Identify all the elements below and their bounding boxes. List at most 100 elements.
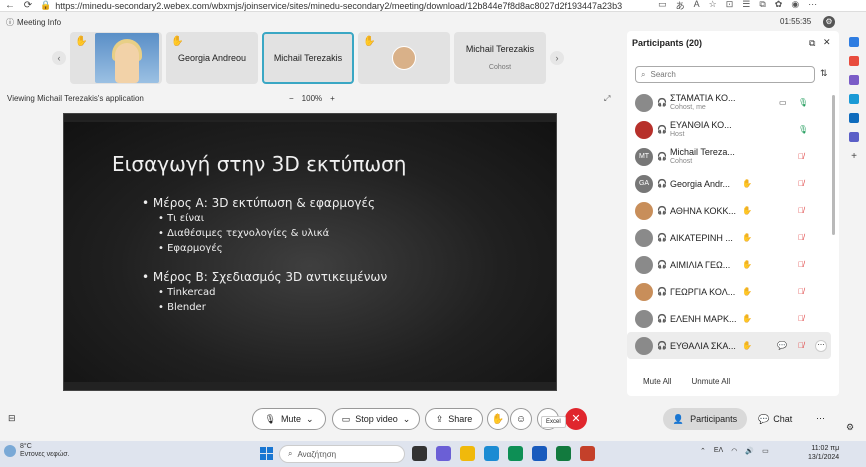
thumbs-prev-button[interactable]: ‹: [52, 51, 66, 65]
participant-row[interactable]: 🎧 ΣΤΑΜΑΤΙΑ ΚΟ... Cohost, me ▭ 🎙: [627, 89, 831, 116]
address-bar[interactable]: 🔒 https://minedu-secondary2.webex.com/wb…: [40, 0, 622, 11]
participant-row[interactable]: 🎧 ΕΥΘΑΛΙΑ ΣΚΑ... ✋ 💬 🎙̸ ⋯: [627, 332, 831, 359]
participant-search[interactable]: ⌕: [635, 66, 815, 83]
outlook-icon[interactable]: [849, 113, 859, 123]
back-icon[interactable]: ←: [4, 0, 16, 11]
sort-icon[interactable]: ⇅: [820, 68, 828, 79]
chevron-down-icon[interactable]: ⌄: [403, 414, 411, 425]
microphone-icon[interactable]: 🎙̸: [798, 260, 804, 269]
meet-app-icon[interactable]: [436, 446, 451, 461]
mute-all-button[interactable]: Mute All: [643, 377, 671, 386]
settings-icon[interactable]: ⚙: [823, 16, 835, 28]
wifi-icon[interactable]: ◠: [731, 447, 737, 455]
participant-name-text: ΕΛΕΝΗ ΜΑΡΚ...: [670, 313, 737, 324]
participant-name: ΑΘΗΝΑ ΚΟΚΚ...: [670, 206, 740, 216]
shopping-icon[interactable]: [849, 56, 859, 66]
share-icon: ⇪: [435, 413, 444, 424]
leave-meeting-button[interactable]: ✕: [565, 408, 587, 430]
copilot-icon[interactable]: [849, 37, 859, 47]
participant-row[interactable]: MT 🎧 Michail Tereza... Cohost 🎙̸: [627, 143, 831, 170]
microphone-icon[interactable]: 🎙̸: [798, 206, 804, 215]
tools-icon[interactable]: [849, 75, 859, 85]
participants-scrollbar[interactable]: [832, 95, 835, 235]
chat-button[interactable]: 💬 Chat: [758, 408, 792, 430]
more-icon[interactable]: ⋯: [816, 413, 825, 424]
taskbar-search[interactable]: ⌕ Αναζήτηση: [279, 445, 405, 463]
reactions-button[interactable]: ☺: [510, 408, 532, 430]
microphone-icon[interactable]: 🎙: [798, 98, 808, 107]
microphone-icon[interactable]: 🎙̸: [798, 341, 804, 350]
participant-name: ΑΙΚΑΤΕΡΙΝΗ ...: [670, 233, 740, 243]
captions-icon[interactable]: ⊟: [8, 413, 16, 424]
microphone-icon[interactable]: 🎙̸: [798, 314, 804, 323]
thumbs-next-button[interactable]: ›: [550, 51, 564, 65]
language-indicator[interactable]: ΕΛ: [714, 447, 723, 455]
search-input[interactable]: [650, 70, 801, 79]
unmute-all-button[interactable]: Unmute All: [691, 377, 730, 386]
split-icon[interactable]: ⊡: [726, 0, 734, 12]
temperature: 8°C: [20, 443, 32, 450]
volume-icon[interactable]: 🔊: [745, 447, 754, 455]
zoom-out-button[interactable]: −: [289, 94, 294, 103]
menu-icon[interactable]: ⋯: [808, 0, 817, 12]
webex-icon[interactable]: [508, 446, 523, 461]
zoom-in-button[interactable]: +: [330, 94, 335, 103]
games-icon[interactable]: [849, 94, 859, 104]
add-icon[interactable]: +: [851, 151, 857, 162]
participant-row[interactable]: 🎧 ΑΘΗΝΑ ΚΟΚΚ... ✋ 🎙̸: [627, 197, 831, 224]
translate-icon[interactable]: あ: [676, 0, 685, 12]
word-icon[interactable]: [532, 446, 547, 461]
microphone-icon[interactable]: 🎙: [798, 125, 808, 134]
battery-icon[interactable]: ▭: [762, 447, 769, 455]
gear-icon[interactable]: ⚙: [846, 422, 854, 433]
favorites-list-icon[interactable]: ☰: [742, 0, 750, 12]
system-clock[interactable]: 11:02 πμ 13/1/2024: [808, 444, 839, 462]
popout-icon[interactable]: ⧉: [809, 38, 815, 49]
microphone-icon[interactable]: 🎙̸: [798, 233, 804, 242]
extensions-icon[interactable]: ✿: [775, 0, 783, 12]
close-icon[interactable]: ✕: [823, 37, 831, 48]
file-explorer-icon[interactable]: [460, 446, 475, 461]
task-view-icon[interactable]: [412, 446, 427, 461]
refresh-icon[interactable]: ⟳: [22, 0, 34, 11]
collections-icon[interactable]: ⧉: [759, 0, 765, 12]
excel-icon[interactable]: [556, 446, 571, 461]
windows-start-icon[interactable]: [260, 447, 273, 460]
powerpoint-icon[interactable]: [580, 446, 595, 461]
meeting-info-button[interactable]: ⓘ Meeting Info: [6, 17, 61, 28]
thumb-participant-1[interactable]: ✋ Georgia Andreou: [166, 32, 258, 84]
teams-icon[interactable]: [849, 132, 859, 142]
microphone-icon[interactable]: 🎙̸: [798, 287, 804, 296]
participant-row[interactable]: 🎧 ΑΙΚΑΤΕΡΙΝΗ ... ✋ 🎙̸: [627, 224, 831, 251]
favorite-icon[interactable]: ☆: [709, 0, 717, 12]
participant-row[interactable]: 🎧 ΕΥΑΝΘΙΑ ΚΟ... Host 🎙: [627, 116, 831, 143]
thumb-participant-3[interactable]: ✋: [358, 32, 450, 84]
mute-button[interactable]: 🎙 Mute ⌄: [252, 408, 326, 430]
raised-hand-icon: ✋: [742, 233, 752, 242]
edge-icon[interactable]: [484, 446, 499, 461]
raise-hand-button[interactable]: ✋: [487, 408, 509, 430]
screen-icon[interactable]: ▭: [658, 0, 667, 12]
weather-widget[interactable]: 8°C Εντονες νεφώσ.: [4, 443, 70, 459]
stop-video-button[interactable]: ▭ Stop video ⌄: [332, 408, 420, 430]
chat-icon[interactable]: 💬: [777, 341, 787, 350]
participant-row[interactable]: 🎧 ΑΙΜΙΛΙΑ ΓΕΩ... ✋ 🎙̸: [627, 251, 831, 278]
chevron-down-icon[interactable]: ⌄: [306, 414, 314, 425]
microphone-icon[interactable]: 🎙̸: [798, 152, 804, 161]
expand-icon[interactable]: ⤢: [604, 94, 610, 104]
participant-row[interactable]: 🎧 ΓΕΩΡΓΙΑ ΚΟΛ... ✋ 🎙̸: [627, 278, 831, 305]
participants-button[interactable]: 👤 Participants: [663, 408, 747, 430]
share-button[interactable]: ⇪ Share: [425, 408, 483, 430]
thumb-participant-2[interactable]: Michail Terezakis: [262, 32, 354, 84]
chevron-up-icon[interactable]: ⌃: [700, 447, 706, 455]
profile-icon[interactable]: ◉: [791, 0, 799, 12]
thumb-self-video[interactable]: ✋: [70, 32, 162, 84]
microphone-icon[interactable]: 🎙̸: [798, 179, 804, 188]
participant-name: ΣΤΑΜΑΤΙΑ ΚΟ... Cohost, me: [670, 93, 740, 113]
read-aloud-icon[interactable]: A: [694, 0, 700, 12]
participant-list: 🎧 ΣΤΑΜΑΤΙΑ ΚΟ... Cohost, me ▭ 🎙 🎧 ΕΥΑΝΘΙΑ ΚΟ..…: [627, 89, 831, 359]
thumb-participant-4[interactable]: Michail Terezakis Cohost: [454, 32, 546, 84]
participant-row[interactable]: 🎧 ΕΛΕΝΗ ΜΑΡΚ... ✋ 🎙̸: [627, 305, 831, 332]
participant-row[interactable]: GA 🎧 Georgia Andr... ✋ 🎙̸: [627, 170, 831, 197]
more-options-button[interactable]: ⋯: [815, 339, 827, 352]
